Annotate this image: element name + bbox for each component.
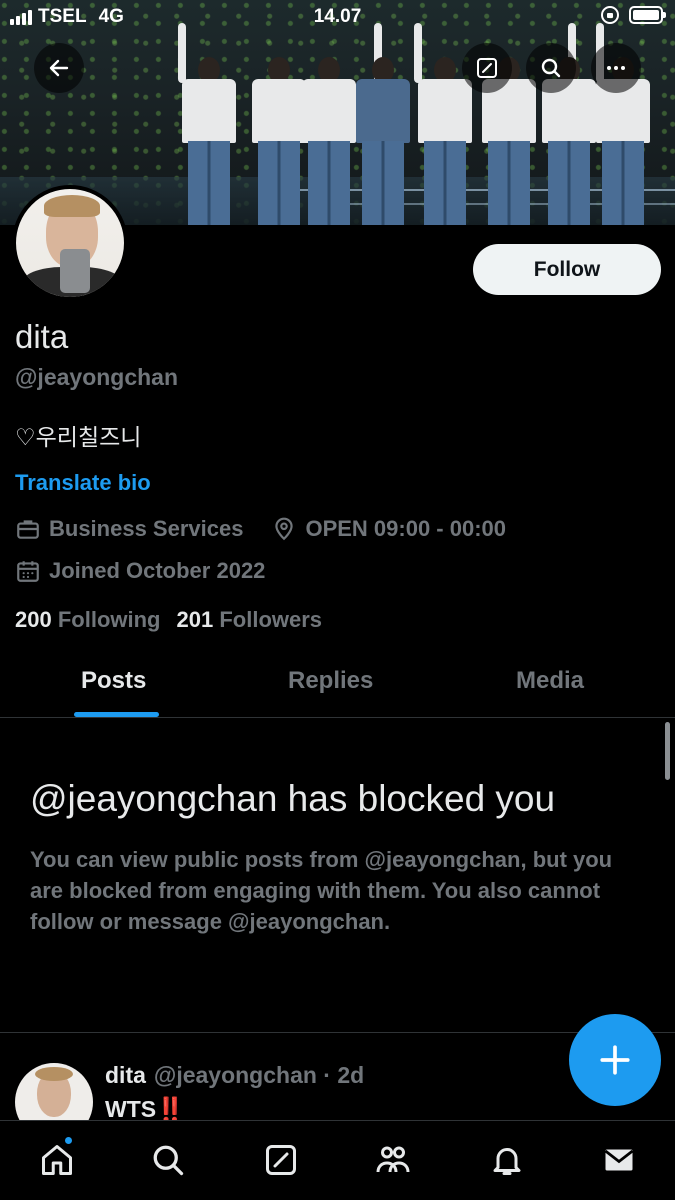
double-exclamation-emoji: ‼️ bbox=[156, 1096, 185, 1122]
joined-label: Joined October 2022 bbox=[49, 558, 266, 583]
nav-search[interactable] bbox=[149, 1141, 187, 1179]
tab-posts[interactable]: Posts bbox=[81, 667, 146, 695]
avatar-hair bbox=[44, 195, 100, 217]
status-bar: TSEL 4G 14.07 bbox=[0, 0, 675, 36]
plus-icon bbox=[600, 1045, 630, 1075]
post-author-name[interactable]: dita bbox=[105, 1062, 146, 1089]
battery-icon bbox=[629, 6, 666, 24]
banner-member bbox=[178, 23, 238, 225]
calendar-icon bbox=[17, 561, 39, 582]
banner-member bbox=[352, 23, 412, 225]
location-label: OPEN 09:00 - 00:00 bbox=[305, 516, 507, 541]
nav-home[interactable] bbox=[38, 1141, 76, 1179]
post-handle-time: @jeayongchan · 2d bbox=[153, 1062, 365, 1088]
profile-meta-row: Business Services OPEN 09:00 - 00:00 bbox=[15, 516, 506, 542]
back-button[interactable] bbox=[34, 43, 84, 93]
tab-replies[interactable]: Replies bbox=[288, 667, 373, 695]
search-icon bbox=[153, 1145, 184, 1176]
messages-icon bbox=[604, 1149, 634, 1171]
blocked-title: @jeayongchan has blocked you bbox=[30, 778, 556, 819]
search-icon bbox=[541, 58, 561, 78]
divider bbox=[0, 1032, 675, 1033]
compose-post-button[interactable] bbox=[569, 1014, 661, 1106]
post-text[interactable]: WTS‼️ bbox=[105, 1096, 185, 1123]
search-button[interactable] bbox=[526, 43, 576, 93]
compose-icon bbox=[477, 58, 497, 78]
briefcase-icon bbox=[17, 520, 39, 539]
status-right bbox=[601, 6, 666, 24]
profile-avatar[interactable] bbox=[12, 185, 128, 301]
communities-icon bbox=[376, 1146, 410, 1173]
post-body: WTS bbox=[105, 1096, 157, 1122]
following-link[interactable]: 200 Following bbox=[15, 607, 161, 633]
follow-stats: 200 Following 201 Followers bbox=[15, 607, 322, 633]
profile-bio: ♡우리칠즈니 bbox=[15, 425, 142, 451]
home-notification-dot bbox=[63, 1135, 74, 1146]
follow-button[interactable]: Follow bbox=[473, 244, 661, 295]
nav-notifications[interactable] bbox=[488, 1141, 526, 1179]
more-icon bbox=[607, 66, 625, 70]
followers-count: 201 bbox=[176, 607, 214, 632]
nav-messages[interactable] bbox=[600, 1141, 638, 1179]
tab-media[interactable]: Media bbox=[516, 667, 584, 695]
category-label[interactable]: Business Services bbox=[49, 516, 243, 542]
location-pin-icon bbox=[275, 517, 294, 541]
blocked-message: You can view public posts from @jeayongc… bbox=[30, 847, 613, 934]
more-button[interactable] bbox=[591, 43, 641, 93]
bottom-navigation bbox=[0, 1120, 675, 1200]
display-name: dita bbox=[15, 318, 69, 355]
active-tab-indicator bbox=[74, 712, 159, 717]
grok-icon bbox=[266, 1145, 296, 1175]
following-label: Following bbox=[57, 607, 161, 632]
clock: 14.07 bbox=[313, 6, 362, 27]
joined-row: Joined October 2022 bbox=[15, 558, 265, 584]
followers-link[interactable]: 201 Followers bbox=[177, 607, 323, 633]
rotation-lock-icon bbox=[601, 6, 619, 24]
home-icon bbox=[42, 1145, 72, 1175]
user-handle: @jeayongchan bbox=[15, 364, 179, 390]
followers-label: Followers bbox=[219, 607, 323, 632]
translate-bio-link[interactable]: Translate bio bbox=[15, 470, 151, 496]
post-header: dita @jeayongchan · 2d bbox=[105, 1062, 364, 1089]
scrollbar[interactable] bbox=[665, 722, 670, 780]
grok-button[interactable] bbox=[462, 43, 512, 93]
nav-grok[interactable] bbox=[262, 1141, 300, 1179]
back-arrow-icon bbox=[49, 59, 69, 77]
profile-tabs: Posts Replies Media bbox=[0, 655, 675, 718]
post-avatar-hair bbox=[35, 1067, 73, 1081]
banner-member bbox=[298, 57, 358, 225]
notifications-icon bbox=[493, 1148, 521, 1175]
nav-communities[interactable] bbox=[374, 1141, 412, 1179]
avatar-phone bbox=[60, 249, 90, 293]
banner-member bbox=[414, 23, 474, 225]
following-count: 200 bbox=[15, 607, 52, 632]
